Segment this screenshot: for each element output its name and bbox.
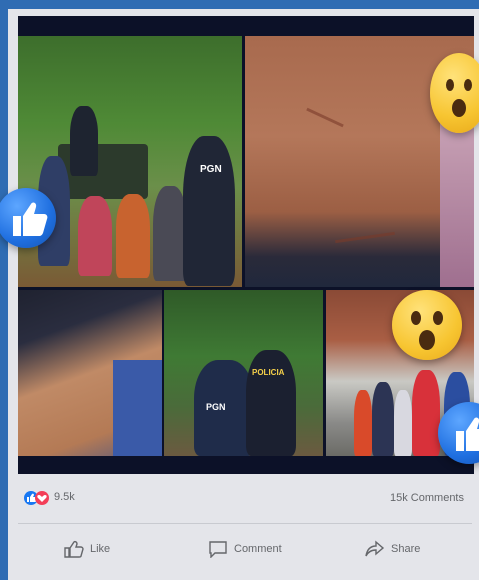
floating-like-icon	[438, 402, 479, 464]
mark	[306, 107, 344, 128]
child-figure	[78, 196, 112, 276]
child-figure	[372, 382, 394, 456]
comment-bubble-icon	[209, 541, 227, 558]
love-reaction-icon	[35, 491, 49, 505]
like-button[interactable]: Like	[64, 534, 110, 564]
pgn-officer-figure	[183, 136, 235, 286]
comment-button[interactable]: Comment	[208, 534, 282, 564]
divider	[18, 523, 472, 524]
photo-officers-in-forest[interactable]: POLICIA PGN	[164, 290, 323, 456]
adult-figure	[412, 370, 440, 456]
photo-injured-arm[interactable]	[18, 290, 162, 456]
floating-like-icon	[0, 188, 56, 248]
cloth	[113, 360, 162, 456]
post-action-bar: Like Comment Share	[18, 534, 472, 568]
police-officer-figure	[246, 350, 296, 456]
photo-police-with-children[interactable]: PGN	[18, 36, 242, 287]
share-button[interactable]: Share	[365, 534, 420, 564]
comment-label: Comment	[234, 543, 282, 555]
floating-wow-icon	[430, 53, 479, 133]
reaction-count: 9.5k	[54, 491, 75, 503]
policia-badge: POLICIA	[252, 368, 285, 377]
fabric	[440, 116, 474, 287]
child-figure	[153, 186, 187, 281]
floating-wow-icon	[392, 290, 462, 360]
share-arrow-icon	[365, 540, 385, 557]
pgn-badge: PGN	[200, 164, 222, 175]
child-figure	[116, 194, 150, 278]
officer-figure	[70, 106, 98, 176]
child-figure	[394, 390, 412, 456]
like-label: Like	[90, 543, 111, 555]
share-label: Share	[391, 543, 421, 555]
mark	[335, 231, 395, 244]
reaction-summary[interactable]: 9.5k 15k Comments	[24, 488, 464, 508]
thumbs-up-icon	[64, 540, 84, 558]
comments-count-link[interactable]: 15k Comments	[390, 492, 464, 504]
pgn-badge: PGN	[206, 402, 226, 412]
child-figure	[354, 390, 372, 456]
